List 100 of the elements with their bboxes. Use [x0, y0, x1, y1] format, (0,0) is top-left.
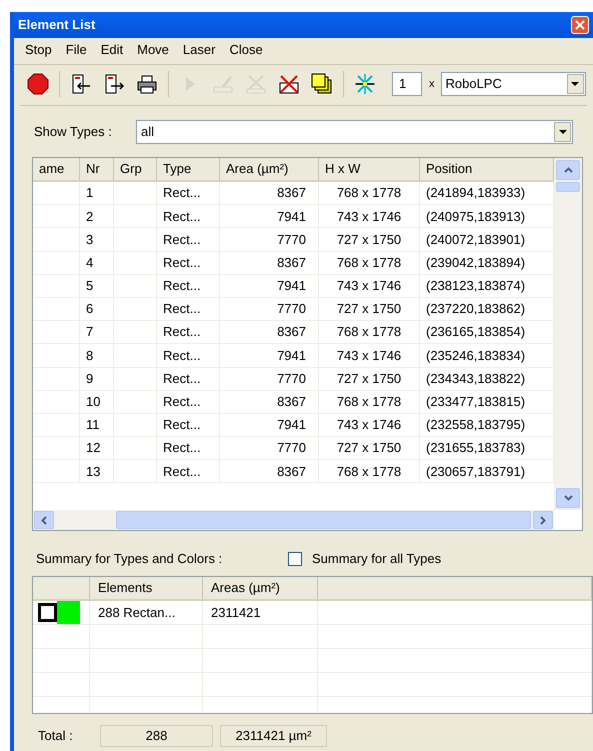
- table-cell: Rect...: [157, 205, 220, 228]
- printer-icon: [136, 73, 158, 95]
- table-cell: 7941: [220, 344, 319, 366]
- table-cell: 743 x 1746: [319, 274, 420, 297]
- table-cell: 11: [80, 414, 114, 436]
- table-cell: 768 x 1778: [319, 460, 420, 482]
- device-dropdown[interactable]: RoboLPC: [440, 72, 586, 96]
- menu-item[interactable]: Move: [130, 38, 176, 62]
- horizontal-scrollbar[interactable]: [33, 510, 554, 530]
- table-cell: 10: [80, 390, 114, 413]
- column-header[interactable]: H x W: [319, 158, 420, 180]
- table-cell: 8367: [220, 460, 319, 482]
- table-cell: 8367: [220, 182, 319, 204]
- window-title: Element List: [18, 16, 96, 34]
- table-cell: 8367: [220, 390, 319, 413]
- toolbar-button[interactable]: [353, 72, 377, 96]
- scroll-thumb[interactable]: [116, 511, 531, 529]
- table-cell: 2311421: [203, 601, 318, 624]
- menu-item[interactable]: Stop: [18, 38, 59, 62]
- menu-item[interactable]: Laser: [176, 38, 222, 62]
- table-cell: Rect...: [157, 274, 220, 297]
- table-cell: 7770: [220, 437, 319, 460]
- menu-item[interactable]: Edit: [94, 38, 130, 62]
- table-cell: 9: [80, 368, 114, 390]
- column-header[interactable]: Nr: [80, 158, 114, 180]
- scroll-right-button[interactable]: [533, 511, 553, 529]
- table-cell: Rect...: [157, 321, 220, 344]
- stop-sign-icon: [27, 73, 49, 95]
- table-cell: 8367: [220, 321, 319, 344]
- column-header[interactable]: Type: [157, 158, 220, 180]
- crossed-box-icon: [278, 73, 300, 95]
- table-cell: Rect...: [157, 228, 220, 251]
- table-cell: Rect...: [157, 414, 220, 436]
- table-cell: 13: [80, 460, 114, 482]
- table-cell: Rect...: [157, 460, 220, 482]
- total-count-field: 288: [100, 724, 213, 746]
- table-cell: 7770: [220, 298, 319, 320]
- scroll-thumb[interactable]: [556, 182, 580, 192]
- column-header[interactable]: Area (µm²): [220, 158, 319, 180]
- table-cell: 5: [80, 274, 114, 297]
- column-header[interactable]: ame: [33, 158, 80, 180]
- table-cell: Rect...: [157, 252, 220, 274]
- menu-item[interactable]: File: [58, 38, 94, 62]
- close-button[interactable]: [571, 16, 589, 34]
- count-field[interactable]: 1: [392, 72, 422, 96]
- dropdown-button[interactable]: [566, 74, 584, 94]
- converging-arrows-icon: [354, 73, 376, 95]
- menu-item[interactable]: Close: [222, 38, 270, 62]
- scroll-down-button[interactable]: [556, 488, 580, 508]
- table-cell: Rect...: [157, 182, 220, 204]
- total-area-field: 2311421 µm²: [220, 724, 327, 746]
- vertical-scrollbar[interactable]: [554, 158, 582, 510]
- table-cell: Rect...: [157, 390, 220, 413]
- table-cell: 727 x 1750: [319, 437, 420, 460]
- table-cell: 7941: [220, 274, 319, 297]
- document-arrow-out-icon: [103, 73, 125, 95]
- table-cell: 7: [80, 321, 114, 344]
- table-cell: 727 x 1750: [319, 228, 420, 251]
- table-cell: 768 x 1778: [319, 182, 420, 204]
- table-cell: 768 x 1778: [319, 252, 420, 274]
- table-cell: 7770: [220, 228, 319, 251]
- table-cell: 2: [80, 205, 114, 228]
- table-cell: 727 x 1750: [319, 368, 420, 390]
- table-cell: 8367: [220, 252, 319, 274]
- caret-icon: [558, 130, 566, 134]
- times-label: x: [429, 76, 434, 92]
- column-header[interactable]: Grp: [114, 158, 157, 180]
- column-header[interactable]: Elements: [90, 577, 203, 599]
- summary-all-types-checkbox[interactable]: Summary for all Types: [288, 549, 442, 569]
- table-cell: 7941: [220, 205, 319, 228]
- total-label: Total :: [38, 726, 74, 745]
- table-cell: 12: [80, 437, 114, 460]
- table-cell: 743 x 1746: [319, 205, 420, 228]
- table-cell: 7770: [220, 368, 319, 390]
- table-cell: 743 x 1746: [319, 414, 420, 436]
- table-cell: 727 x 1750: [319, 298, 420, 320]
- table-cell: 3: [80, 228, 114, 251]
- table-cell: 288 Rectan...: [90, 601, 203, 624]
- table-cell: 743 x 1746: [319, 344, 420, 366]
- table-cell: 7941: [220, 414, 319, 436]
- caret-icon: [571, 82, 579, 86]
- table-cell: 768 x 1778: [319, 321, 420, 344]
- table-cell: Rect...: [157, 437, 220, 460]
- toolbar-button[interactable]: [26, 72, 50, 96]
- dropdown-button[interactable]: [554, 122, 571, 142]
- checkbox[interactable]: [38, 603, 57, 622]
- table-cell: 6: [80, 298, 114, 320]
- scroll-up-button[interactable]: [556, 160, 580, 180]
- table-cell: 8: [80, 344, 114, 366]
- summary-label: Summary for Types and Colors :: [36, 550, 224, 568]
- stacked-pages-icon: [311, 73, 333, 95]
- scroll-left-button[interactable]: [34, 511, 54, 529]
- table-cell: 1: [80, 182, 114, 204]
- table-cell: 4: [80, 252, 114, 274]
- show-types-dropdown[interactable]: all: [136, 120, 573, 144]
- table-cell: Rect...: [157, 368, 220, 390]
- close-icon: [575, 20, 585, 30]
- document-arrow-in-icon: [70, 73, 92, 95]
- column-header[interactable]: Areas (µm²): [203, 577, 318, 599]
- toolbar-button[interactable]: [310, 72, 334, 96]
